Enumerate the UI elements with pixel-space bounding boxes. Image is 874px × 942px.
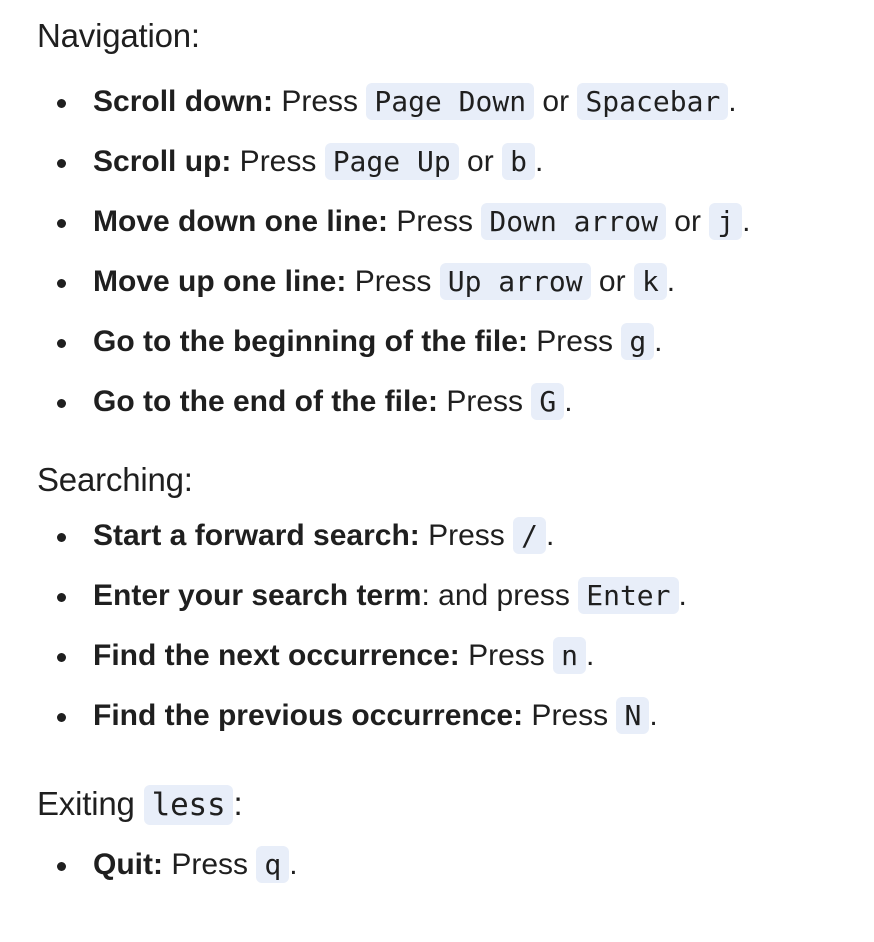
- item-text: Press: [162, 848, 257, 881]
- list-item: Find the next occurrence: Press n.: [37, 626, 874, 686]
- item-text: or: [665, 205, 710, 238]
- list-item: Move down one line: Press Down arrow or …: [37, 192, 874, 252]
- item-label: Go to the beginning of the file:: [93, 325, 528, 358]
- bullet-icon: [57, 219, 66, 228]
- item-label: Find the previous occurrence:: [93, 699, 524, 732]
- searching-list: Start a forward search: Press /. Enter y…: [37, 506, 874, 746]
- list-item: Enter your search term: and press Enter.: [37, 566, 874, 626]
- item-end: .: [649, 699, 658, 732]
- searching-heading: Searching:: [37, 461, 193, 498]
- key-code: b: [502, 143, 535, 180]
- bullet-icon: [57, 99, 66, 108]
- exiting-list: Quit: Press q.: [37, 835, 874, 895]
- item-text: Press: [419, 519, 514, 552]
- bullet-icon: [57, 713, 66, 722]
- item-text: Press: [231, 145, 325, 178]
- item-label: Go to the end of the file:: [93, 385, 438, 418]
- bullet-icon: [57, 533, 66, 542]
- key-code: G: [531, 383, 565, 420]
- item-label: Start a forward search:: [93, 519, 420, 552]
- navigation-heading: Navigation:: [37, 17, 200, 54]
- list-item: Quit: Press q.: [37, 835, 874, 895]
- bullet-icon: [57, 593, 66, 602]
- list-item: Go to the end of the file: Press G.: [37, 372, 874, 432]
- item-text: or: [458, 145, 503, 178]
- list-item: Scroll up: Press Page Up or b.: [37, 132, 874, 192]
- key-code: Enter: [578, 577, 679, 614]
- item-text: Press: [523, 699, 617, 732]
- item-text: Press: [527, 325, 622, 358]
- item-text: : and press: [421, 579, 579, 612]
- list-item: Move up one line: Press Up arrow or k.: [37, 252, 874, 312]
- bullet-icon: [57, 279, 66, 288]
- item-label: Move up one line:: [93, 265, 347, 298]
- item-end: .: [678, 579, 687, 612]
- item-label: Scroll down:: [93, 85, 273, 118]
- item-text: Press: [346, 265, 440, 298]
- item-label: Scroll up:: [93, 145, 232, 178]
- heading-code: less: [143, 785, 234, 825]
- navigation-list: Scroll down: Press Page Down or Spacebar…: [37, 72, 874, 432]
- item-text: or: [534, 85, 578, 118]
- item-text: Press: [388, 205, 482, 238]
- item-text: Press: [459, 639, 554, 672]
- item-end: .: [742, 205, 751, 238]
- key-code: j: [709, 203, 743, 240]
- item-label: Find the next occurrence:: [93, 639, 460, 672]
- list-item: Find the previous occurrence: Press N.: [37, 686, 874, 746]
- bullet-icon: [57, 159, 66, 168]
- key-code: Up arrow: [439, 263, 591, 300]
- document: Navigation: Scroll down: Press Page Down…: [0, 0, 874, 895]
- item-end: .: [654, 325, 663, 358]
- key-code: Page Down: [366, 83, 535, 120]
- key-code: Down arrow: [481, 203, 666, 240]
- list-item: Scroll down: Press Page Down or Spacebar…: [37, 72, 874, 132]
- key-code: q: [256, 846, 290, 883]
- list-item: Go to the beginning of the file: Press g…: [37, 312, 874, 372]
- item-end: .: [585, 639, 595, 672]
- item-end: .: [534, 145, 544, 178]
- item-label: Move down one line:: [93, 205, 389, 238]
- item-text: Press: [437, 385, 532, 418]
- item-end: .: [728, 85, 737, 118]
- list-item: Start a forward search: Press /.: [37, 506, 874, 566]
- item-end: .: [289, 848, 298, 881]
- bullet-icon: [57, 339, 66, 348]
- bullet-icon: [57, 399, 66, 408]
- item-end: .: [666, 265, 676, 298]
- key-code: Spacebar: [577, 83, 729, 120]
- exiting-heading-end: :: [233, 785, 243, 822]
- exiting-heading-text: Exiting: [37, 785, 144, 822]
- item-end: .: [564, 385, 573, 418]
- item-text: Press: [273, 85, 367, 118]
- key-code: N: [616, 697, 650, 734]
- item-label: Enter your search term: [93, 579, 422, 612]
- key-code: g: [621, 323, 655, 360]
- bullet-icon: [57, 653, 66, 662]
- item-label: Quit:: [93, 848, 163, 881]
- key-code: Page Up: [324, 143, 459, 180]
- exiting-heading: Exiting less:: [37, 782, 874, 827]
- bullet-icon: [57, 862, 66, 871]
- key-code: k: [633, 263, 667, 300]
- key-code: /: [513, 517, 546, 554]
- key-code: n: [553, 637, 586, 674]
- item-end: .: [546, 519, 555, 552]
- item-text: or: [590, 265, 634, 298]
